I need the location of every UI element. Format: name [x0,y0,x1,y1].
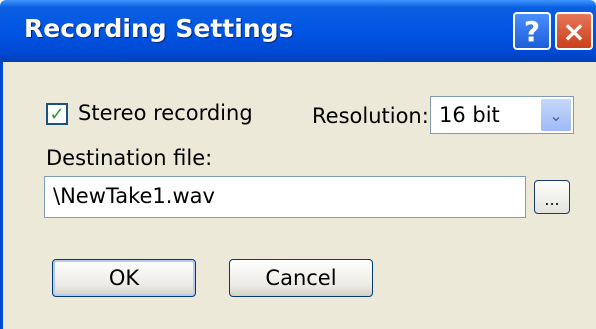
close-button[interactable]: × [555,12,593,50]
stereo-label[interactable]: Stereo recording [78,101,253,125]
chevron-down-icon[interactable]: ⌄ [541,99,571,131]
title-bar[interactable]: Recording Settings ? × [0,0,596,62]
resolution-select[interactable]: 16 bit ⌄ [430,96,574,134]
resolution-value: 16 bit [439,103,500,127]
recording-settings-dialog: Recording Settings ? × ✓ Stereo recordin… [0,0,596,329]
dialog-title: Recording Settings [24,14,294,43]
ok-button[interactable]: OK [52,259,196,297]
resolution-label: Resolution: [312,104,429,128]
destination-file-input[interactable]: \NewTake1.wav [44,176,526,218]
cancel-button[interactable]: Cancel [229,259,373,297]
help-button[interactable]: ? [513,12,551,50]
stereo-checkbox[interactable]: ✓ [46,103,68,125]
checkmark-icon: ✓ [49,103,65,125]
browse-button[interactable]: ... [534,180,570,214]
destination-label: Destination file: [46,146,213,170]
